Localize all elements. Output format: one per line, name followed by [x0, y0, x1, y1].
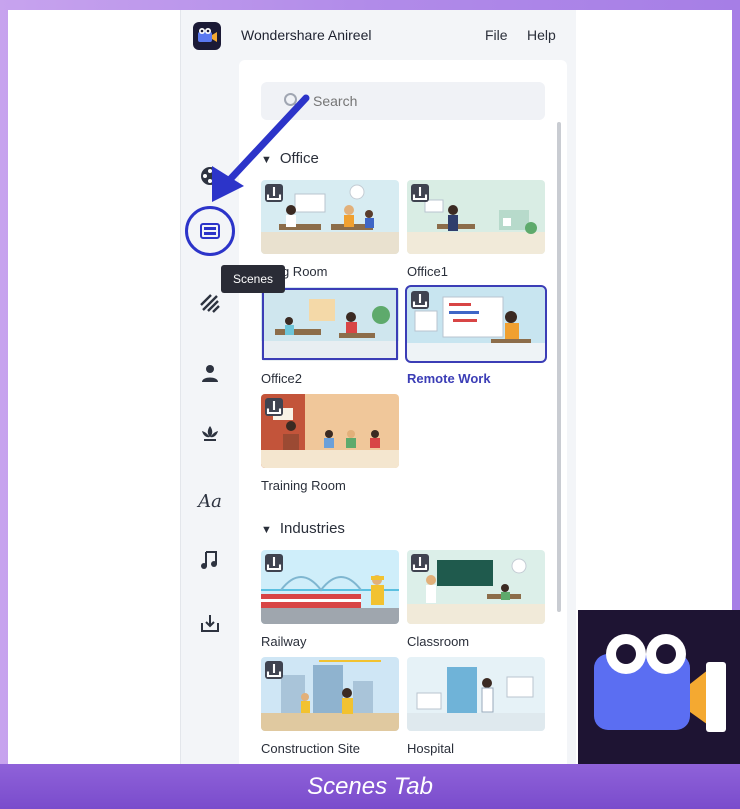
scene-card-label: Office2	[261, 371, 302, 386]
film-reel-icon[interactable]	[194, 160, 226, 192]
scene-thumbnail	[261, 180, 399, 254]
scene-card-label: Railway	[261, 634, 307, 649]
scene-card-remote-work[interactable]: Remote Work	[405, 285, 547, 386]
panel-scrollbar[interactable]	[557, 122, 561, 612]
scene-card-railway[interactable]: Railway	[261, 550, 399, 649]
scene-thumbnail	[407, 550, 545, 624]
file-menu[interactable]: File	[485, 27, 508, 43]
scene-card-training-room[interactable]: Training Room	[261, 394, 399, 493]
film-camera-logo-icon	[193, 22, 221, 50]
scene-card-label: Office1	[407, 264, 448, 279]
title-bar: Wondershare Anireel File Help	[181, 10, 577, 60]
scene-card-office1[interactable]: Office1	[407, 180, 545, 279]
search-icon	[284, 93, 300, 109]
download-badge-icon	[265, 184, 283, 202]
section-title: Office	[279, 150, 319, 167]
scene-card-label: Training Room	[261, 478, 346, 493]
section-industries-header[interactable]: ▼ Industries	[261, 520, 345, 537]
character-icon[interactable]	[194, 357, 226, 389]
text-icon[interactable]: Aa	[194, 485, 226, 517]
download-badge-icon	[265, 661, 283, 679]
footer-caption: Scenes Tab	[307, 772, 433, 800]
download-badge-icon	[265, 398, 283, 416]
lotus-icon[interactable]	[194, 417, 226, 449]
caret-down-icon: ▼	[261, 524, 272, 536]
music-icon[interactable]	[194, 544, 226, 576]
footer-caption-bar: Scenes Tab	[0, 764, 740, 809]
scene-card-classroom[interactable]: Classroom	[407, 550, 545, 649]
scene-card-hospital[interactable]: Hospital	[407, 657, 545, 756]
scenes-tooltip: Scenes	[221, 265, 285, 293]
app-window: Wondershare Anireel File Help Aa Search …	[180, 10, 576, 764]
scene-thumbnail	[407, 657, 545, 731]
scene-card-construction-site[interactable]: Construction Site	[261, 657, 399, 756]
screenshot-canvas: Wondershare Anireel File Help Aa Search …	[8, 10, 740, 766]
scene-card-label: Remote Work	[407, 371, 491, 386]
download-icon[interactable]	[194, 607, 226, 639]
scene-card-label: Construction Site	[261, 741, 360, 756]
scenes-panel: ▼Office eting Room Office1	[239, 60, 567, 764]
scene-card-label: Hospital	[407, 741, 454, 756]
scene-card-office2[interactable]: Office2	[261, 287, 399, 386]
scene-thumbnail	[407, 180, 545, 254]
help-menu[interactable]: Help	[527, 27, 556, 43]
scene-thumbnail	[261, 287, 399, 361]
download-badge-icon	[411, 554, 429, 572]
scene-thumbnail	[261, 550, 399, 624]
caret-down-icon: ▼	[261, 154, 272, 166]
app-title: Wondershare Anireel	[241, 27, 372, 43]
anireel-brand-logo	[578, 610, 740, 766]
download-badge-icon	[411, 184, 429, 202]
left-tool-rail: Aa	[181, 60, 239, 764]
scene-thumbnail	[261, 657, 399, 731]
section-office-header[interactable]: ▼ Office	[261, 150, 319, 167]
scene-thumbnail	[261, 394, 399, 468]
scenes-icon[interactable]	[194, 215, 226, 247]
download-badge-icon	[265, 554, 283, 572]
search-input[interactable]	[261, 82, 545, 120]
scene-thumbnail	[405, 285, 547, 363]
section-title: Industries	[279, 520, 345, 537]
download-badge-icon	[411, 291, 429, 309]
scene-card-label: Classroom	[407, 634, 470, 649]
